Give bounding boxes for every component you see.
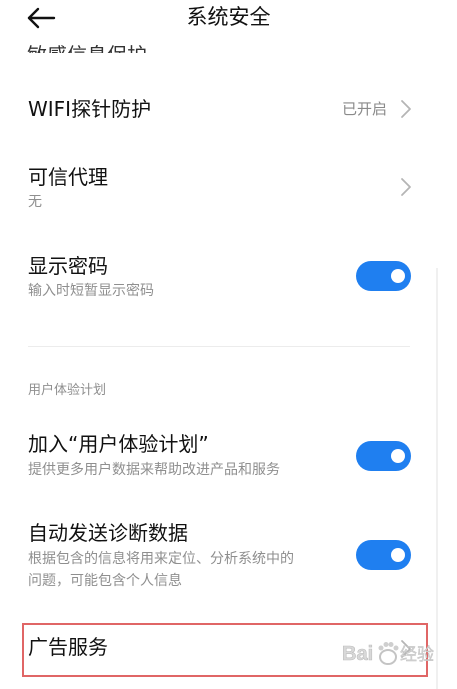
chevron-right-icon (400, 99, 412, 119)
diagnostics-subtitle-line-2: 问题，可能包含个人信息 (28, 573, 182, 589)
show-password-toggle[interactable] (356, 261, 411, 291)
section-header: 用户体验计划 (28, 383, 107, 398)
toggle-knob (391, 548, 405, 562)
svg-text:经验: 经验 (400, 645, 434, 665)
wifi-probe-protection-row[interactable]: WIFI探针防护 已开启 (0, 86, 457, 136)
show-password-subtitle: 输入时短暂显示密码 (28, 283, 154, 299)
section-divider (28, 346, 410, 347)
toggle-knob (391, 449, 405, 463)
ux-plan-row: 加入“用户体验计划” 提供更多用户数据来帮助改进产品和服务 (0, 420, 457, 482)
diagnostics-subtitle-line-1: 根据包含的信息将用来定位、分析系统中的 (28, 551, 294, 567)
wifi-probe-protection-title: WIFI探针防护 (28, 97, 152, 121)
diagnostics-title: 自动发送诊断数据 (28, 521, 188, 545)
trusted-agent-row[interactable]: 可信代理 无 (0, 156, 457, 218)
ux-plan-toggle[interactable] (356, 441, 411, 471)
page-title: 系统安全 (186, 5, 271, 29)
toggle-knob (391, 269, 405, 283)
baidu-jingyan-watermark: Bai 经验 (340, 636, 450, 672)
trusted-agent-title: 可信代理 (28, 165, 108, 189)
ux-plan-title: 加入“用户体验计划” (28, 432, 209, 456)
ux-plan-subtitle: 提供更多用户数据来帮助改进产品和服务 (28, 462, 280, 478)
trusted-agent-subtitle: 无 (28, 194, 42, 210)
svg-text:Bai: Bai (342, 643, 373, 665)
show-password-row: 显示密码 输入时短暂显示密码 (0, 245, 457, 307)
partially-hidden-row-label: 敏感信息保护 (27, 33, 177, 53)
chevron-right-icon (400, 177, 412, 197)
diagnostics-row: 自动发送诊断数据 根据包含的信息将用来定位、分析系统中的 问题，可能包含个人信息 (0, 512, 457, 596)
scrollbar-track[interactable] (436, 268, 438, 689)
show-password-title: 显示密码 (28, 254, 108, 278)
wifi-probe-protection-status: 已开启 (341, 100, 387, 118)
top-bar: 系统安全 (0, 0, 457, 36)
diagnostics-toggle[interactable] (356, 540, 411, 570)
